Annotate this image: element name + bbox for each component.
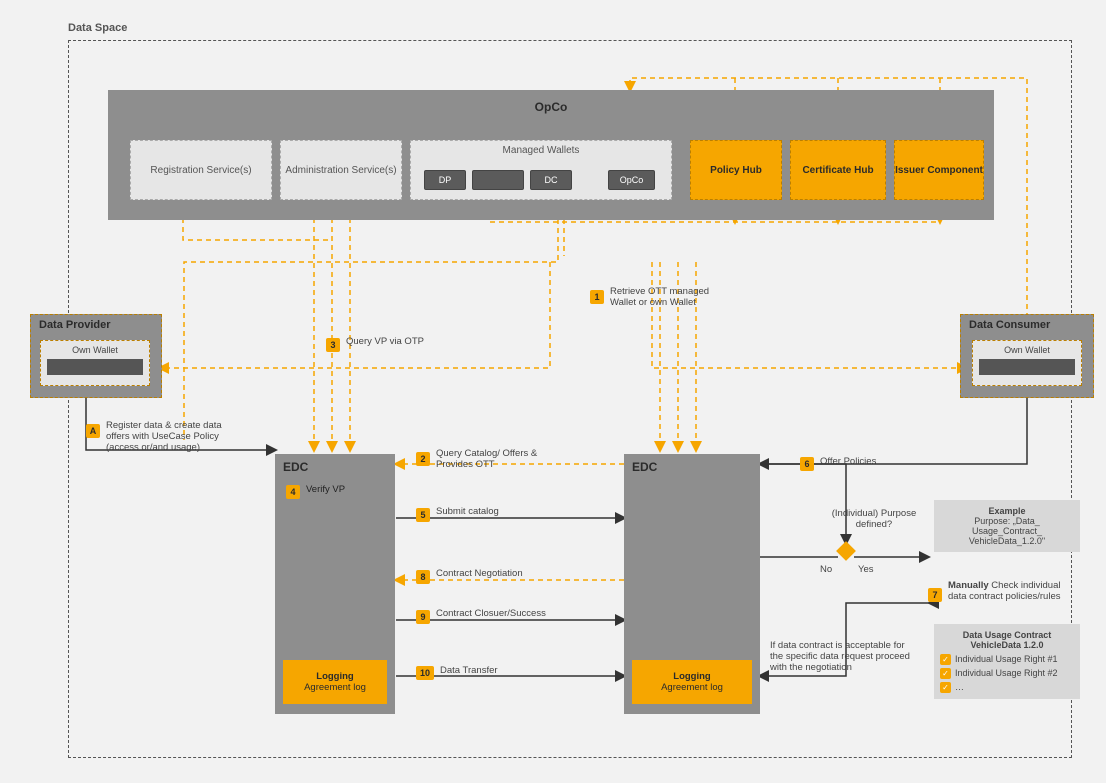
decision-yes: Yes [858,564,874,575]
edc-right-logging-sub: Agreement log [632,682,752,693]
opco-title: OpCo [108,100,994,114]
wallet-dc: DC [530,170,572,190]
registration-service: Registration Service(s) [130,140,272,200]
edc-left-logging: Logging Agreement log [283,660,387,704]
badge-A: A [86,424,100,438]
contract-r2: ✓Individual Usage Right #2 [940,668,1074,679]
badge-9: 9 [416,610,430,624]
data-space-label: Data Space [68,22,127,34]
badge-1: 1 [590,290,604,304]
label-A: Register data & create data offers with … [106,420,236,453]
label-8: Contract Negotiation [436,568,576,579]
label-9: Contract Closuer/Success [436,608,586,619]
edc-right-logging: Logging Agreement log [632,660,752,704]
consumer-wallet-strip [979,359,1075,375]
badge-10: 10 [416,666,434,680]
policy-hub: Policy Hub [690,140,782,200]
contract-r1: ✓Individual Usage Right #1 [940,654,1074,665]
issuer-component: Issuer Component [894,140,984,200]
example-body: Purpose: „Data_ Usage_Contract_ VehicleD… [940,516,1074,546]
decision-label: (Individual) Purpose defined? [824,508,924,530]
badge-2: 2 [416,452,430,466]
provider-wallet-label: Own Wallet [41,341,149,355]
contract-box: Data Usage Contract VehicleData 1.2.0 ✓I… [934,624,1080,699]
consumer-wallet: Own Wallet [972,340,1082,386]
label-10: Data Transfer [440,665,560,676]
wallet-mid [472,170,524,190]
wallet-opco: OpCo [608,170,655,190]
badge-7: 7 [928,588,942,602]
label-1: Retrieve OTT managed Wallet or own Walle… [610,286,730,308]
label-2: Query Catalog/ Offers & Provides OTT [436,448,566,470]
edc-left-logging-title: Logging [283,671,387,682]
provider-wallet-strip [47,359,143,375]
edc-right-title: EDC [624,454,760,474]
decision-no: No [820,564,832,575]
label-4: Verify VP [306,484,376,495]
certificate-hub: Certificate Hub [790,140,886,200]
contract-r3: ✓… [940,682,1074,693]
edc-right-logging-title: Logging [632,671,752,682]
badge-3: 3 [326,338,340,352]
managed-wallets-title: Managed Wallets [411,141,671,156]
data-consumer-title: Data Consumer [961,315,1093,331]
label-6: Offer Policies [820,456,910,467]
contract-title: Data Usage Contract VehicleData 1.2.0 [940,630,1074,650]
edc-left-title: EDC [275,454,395,474]
example-box: Example Purpose: „Data_ Usage_Contract_ … [934,500,1080,552]
label-3: Query VP via OTP [346,336,466,347]
decision-proceed: If data contract is acceptable for the s… [770,640,910,673]
consumer-wallet-label: Own Wallet [973,341,1081,355]
badge-4: 4 [286,485,300,499]
badge-6: 6 [800,457,814,471]
label-5: Submit catalog [436,506,566,517]
wallet-dp: DP [424,170,466,190]
data-provider-title: Data Provider [31,315,161,331]
badge-8: 8 [416,570,430,584]
label-7: Manually Check individual data contract … [948,580,1076,602]
edc-left-logging-sub: Agreement log [283,682,387,693]
admin-service: Administration Service(s) [280,140,402,200]
example-title: Example [940,506,1074,516]
provider-wallet: Own Wallet [40,340,150,386]
badge-5: 5 [416,508,430,522]
